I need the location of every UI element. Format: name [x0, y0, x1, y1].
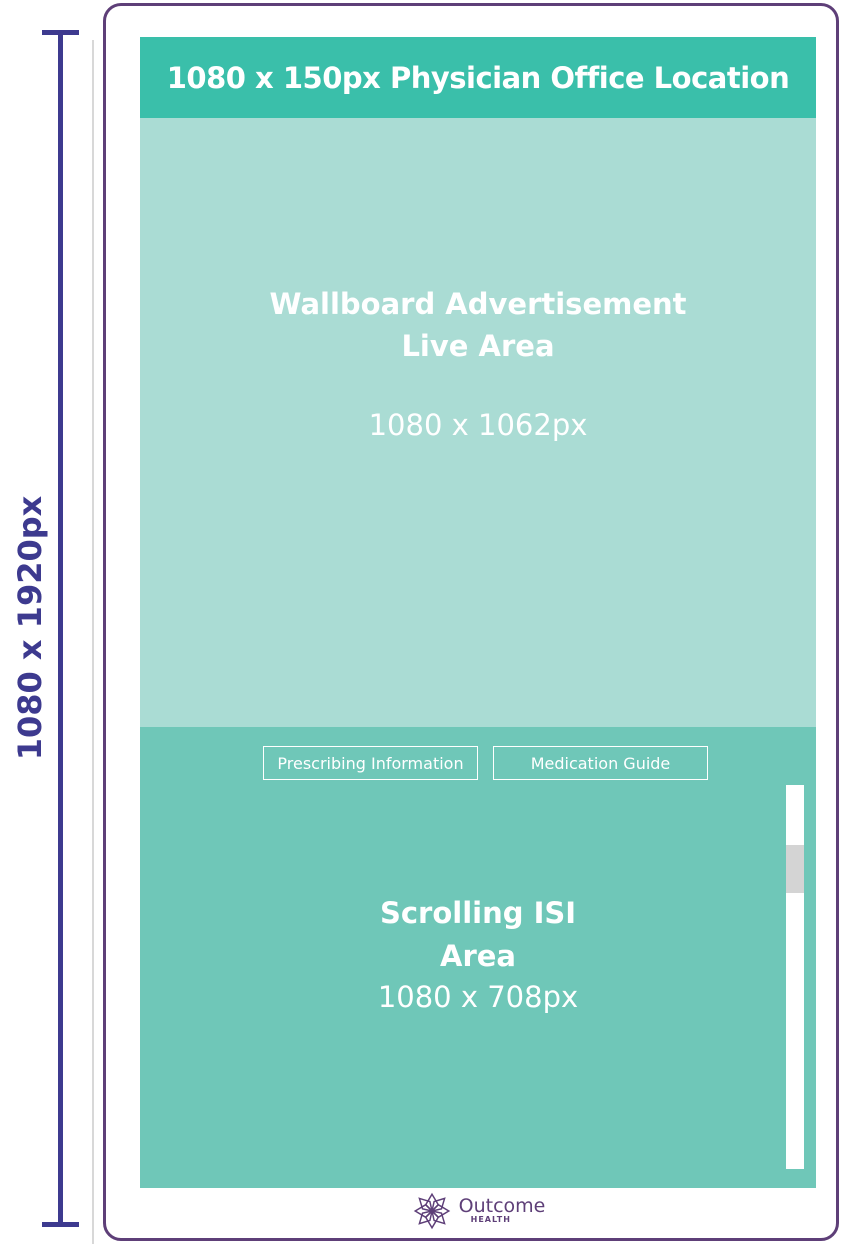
outcome-health-logo-icon: [413, 1192, 450, 1229]
prescribing-information-button[interactable]: Prescribing Information: [263, 746, 478, 780]
logo-text: Outcome HEALTH: [459, 1197, 546, 1224]
dimension-cap-bottom: [42, 1222, 79, 1227]
isi-area-size: 1080 x 708px: [377, 980, 579, 1014]
isi-scrollbar-thumb[interactable]: [786, 845, 804, 893]
isi-area-title-line1: Scrolling ISI: [379, 896, 577, 930]
logo-sub: HEALTH: [470, 1215, 511, 1224]
dimension-label: 1080 x 1920px: [11, 495, 49, 761]
live-area-title: Wallboard Advertisement Live Area: [140, 283, 816, 367]
medication-guide-button[interactable]: Medication Guide: [493, 746, 708, 780]
isi-area-title-line2: Area: [440, 939, 516, 973]
live-area: Wallboard Advertisement Live Area 1080 x…: [140, 118, 816, 727]
isi-area: Prescribing Information Medication Guide…: [140, 727, 816, 1188]
header-banner: 1080 x 150px Physician Office Location: [140, 37, 816, 118]
live-area-title-line2: Live Area: [401, 329, 555, 363]
isi-area-title: Scrolling ISI Area: [140, 892, 816, 978]
header-title: 1080 x 150px Physician Office Location: [166, 60, 790, 95]
dimension-cap-top: [42, 30, 79, 35]
isi-scrollbar[interactable]: [786, 785, 804, 1169]
live-area-title-line1: Wallboard Advertisement: [269, 287, 687, 321]
dimension-bar: [58, 30, 63, 1227]
logo-name: Outcome: [458, 1195, 546, 1217]
live-area-size: 1080 x 1062px: [368, 408, 588, 442]
footer-logo: Outcome HEALTH: [140, 1188, 816, 1233]
